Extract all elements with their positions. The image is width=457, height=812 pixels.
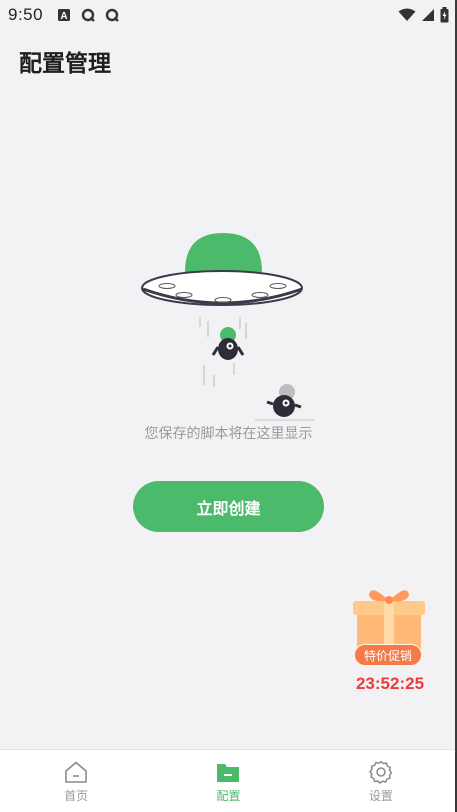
notification-icons: A	[57, 8, 119, 22]
tab-config[interactable]: 配置	[152, 750, 304, 812]
q-circle-icon	[81, 8, 95, 22]
ufo-empty-icon	[141, 233, 315, 421]
promo-widget[interactable]: 特价促销 23:52:25	[345, 583, 435, 698]
gift-box-icon	[353, 590, 425, 651]
tab-settings-label: 设置	[368, 788, 393, 803]
system-icons	[398, 7, 449, 23]
battery-icon	[440, 7, 449, 23]
folder-icon	[217, 763, 240, 782]
svg-text:A: A	[60, 11, 67, 22]
wifi-icon	[398, 8, 416, 21]
tab-settings[interactable]: 设置	[305, 750, 457, 812]
gear-icon	[369, 760, 393, 784]
signal-icon	[422, 9, 434, 21]
empty-state-message: 您保存的脚本将在这里显示	[144, 426, 313, 442]
promo-badge: 特价促销	[354, 644, 422, 666]
tab-config-label: 配置	[216, 788, 241, 803]
status-time: 9:50	[8, 5, 44, 24]
status-bar: 9:50 A	[0, 0, 457, 30]
promo-countdown: 23:52:25	[355, 674, 425, 693]
tab-home[interactable]: 首页	[0, 750, 152, 812]
home-icon	[65, 761, 87, 783]
create-now-button[interactable]: 立即创建	[133, 481, 324, 532]
page-title: 配置管理	[19, 51, 111, 77]
tab-home-label: 首页	[64, 788, 89, 803]
a-box-icon: A	[58, 9, 71, 22]
q-circle-icon	[105, 8, 119, 22]
bottom-tab-bar: 首页 配置 设置	[0, 749, 457, 812]
